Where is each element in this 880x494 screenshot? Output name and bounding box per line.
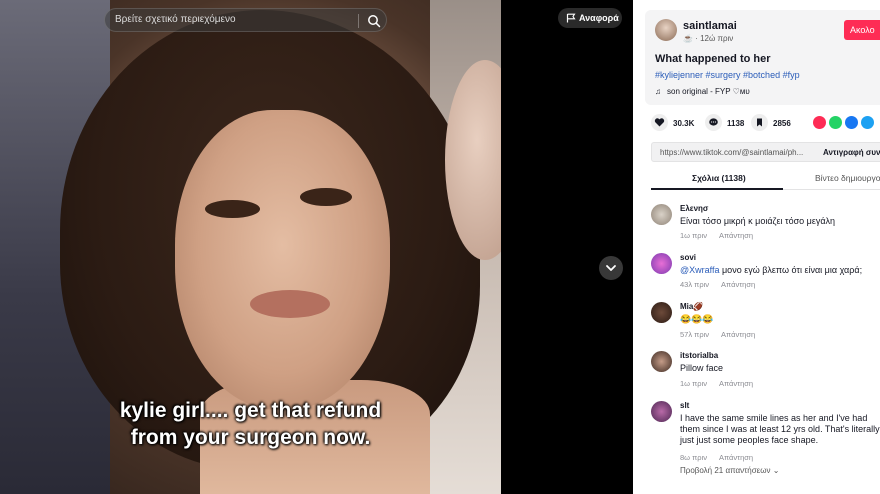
reply-button[interactable]: Απάντηση <box>721 330 755 339</box>
commenter-avatar[interactable] <box>651 351 672 372</box>
link-box: https://www.tiktok.com/@saintlamai/ph...… <box>651 142 880 162</box>
author-avatar[interactable] <box>655 19 677 41</box>
post-info-card: saintlamai ☕ · 12ώ πριν Ακολο What happe… <box>645 10 880 105</box>
comment-meta: 43λ πριν Απάντηση <box>680 280 767 289</box>
heart-icon[interactable] <box>651 114 668 131</box>
comment-text: 😂😂😂 <box>680 314 714 324</box>
post-title: What happened to her <box>655 53 771 65</box>
video-subject-lips <box>250 290 330 318</box>
sound-label: son original - FYP ♡мυ <box>667 87 750 96</box>
comment-icon[interactable] <box>705 114 722 131</box>
comment-time: 1ω πριν <box>680 379 707 388</box>
commenter-avatar[interactable] <box>651 302 672 323</box>
comment-meta: 57λ πριν Απάντηση <box>680 330 767 339</box>
author-username[interactable]: saintlamai <box>683 20 737 32</box>
commenter-name[interactable]: slt <box>680 401 689 410</box>
commenter-avatar[interactable] <box>651 204 672 225</box>
view-replies-button[interactable]: Προβολή 21 απαντήσεων ⌄ <box>680 466 779 475</box>
comment-count: 1138 <box>727 119 745 128</box>
tab-comments[interactable]: Σχόλια (1138) <box>692 173 746 183</box>
commenter-avatar[interactable] <box>651 253 672 274</box>
reply-button[interactable]: Απάντηση <box>719 231 753 240</box>
search-bar[interactable]: Βρείτε σχετικό περιεχόμενο <box>104 8 387 32</box>
tab-creator-videos[interactable]: Βίντεο δημιουργού <box>815 173 880 183</box>
commenter-name[interactable]: sovi <box>680 253 696 262</box>
reply-button[interactable]: Απάντηση <box>719 379 753 388</box>
comment-time: 8ω πριν <box>680 453 707 462</box>
report-button[interactable]: Αναφορά <box>558 8 622 28</box>
facebook-icon[interactable] <box>845 116 858 129</box>
chevron-down-icon <box>606 265 616 271</box>
tiktok-page: kylie girl.... get that refund from your… <box>0 0 880 494</box>
report-share-icon[interactable] <box>813 116 826 129</box>
video-subject-eye-left <box>205 200 260 218</box>
comment-text: Είναι τόσο μικρή κ μοιάζει τόσο μεγάλη <box>680 216 836 226</box>
commenter-avatar[interactable] <box>651 401 672 422</box>
details-panel: saintlamai ☕ · 12ώ πριν Ακολο What happe… <box>633 0 880 494</box>
whatsapp-icon[interactable] <box>829 116 842 129</box>
comment-meta: 8ω πριν Απάντηση <box>680 453 765 462</box>
sound-row[interactable]: ♫ son original - FYP ♡мυ <box>655 87 750 96</box>
like-count: 30.3K <box>673 119 695 128</box>
flag-icon <box>566 13 576 23</box>
comment-meta: 1ω πριν Απάντηση <box>680 231 765 240</box>
video-caption-line-1: kylie girl.... get that refund <box>119 399 382 422</box>
commenter-name[interactable]: Ελενησ <box>680 204 708 213</box>
twitter-icon[interactable] <box>861 116 874 129</box>
music-note-icon: ♫ <box>655 87 661 96</box>
video-player[interactable]: kylie girl.... get that refund from your… <box>0 0 501 494</box>
search-divider <box>358 14 359 28</box>
comment-time: 43λ πριν <box>680 280 710 289</box>
comment-time: 1ω πριν <box>680 231 707 240</box>
tab-active-underline <box>651 188 783 190</box>
video-subject-eye-right <box>300 188 352 206</box>
follow-button[interactable]: Ακολο <box>844 20 880 40</box>
comment-text: @Xwraffa μονο εγώ βλεπω ότι είναι μια χα… <box>680 265 880 276</box>
comment-text: I have the same smile lines as her and I… <box>680 413 880 445</box>
comment-mention[interactable]: @Xwraffa <box>680 265 720 275</box>
commenter-name[interactable]: Mia🏈 <box>680 302 703 311</box>
author-meta: ☕ · 12ώ πριν <box>683 34 734 43</box>
comment-body: μονο εγώ βλεπω ότι είναι μια χαρά; <box>719 265 863 275</box>
save-count: 2856 <box>773 119 791 128</box>
video-link[interactable]: https://www.tiktok.com/@saintlamai/ph... <box>660 148 810 157</box>
commenter-name[interactable]: itstorialba <box>680 351 718 360</box>
video-subject-face <box>175 110 390 410</box>
search-icon[interactable] <box>367 14 381 28</box>
reply-button[interactable]: Απάντηση <box>721 280 755 289</box>
video-caption-line-2: from your surgeon now. <box>130 426 371 449</box>
comment-text: Pillow face <box>680 363 724 373</box>
search-input[interactable]: Βρείτε σχετικό περιεχόμενο <box>115 14 236 25</box>
post-hashtags[interactable]: #kyliejenner #surgery #botched #fyp <box>655 70 800 80</box>
comment-meta: 1ω πριν Απάντηση <box>680 379 765 388</box>
bookmark-icon[interactable] <box>751 114 768 131</box>
reply-button[interactable]: Απάντηση <box>719 453 753 462</box>
video-area: kylie girl.... get that refund from your… <box>0 0 633 494</box>
next-video-button[interactable] <box>599 256 623 280</box>
copy-link-button[interactable]: Αντιγραφή συνδ <box>823 148 880 157</box>
action-bar: 30.3K 1138 2856 <box>633 114 880 134</box>
report-label: Αναφορά <box>579 13 619 23</box>
tab-bar: Σχόλια (1138) Βίντεο δημιουργού <box>651 170 880 190</box>
comment-time: 57λ πριν <box>680 330 710 339</box>
